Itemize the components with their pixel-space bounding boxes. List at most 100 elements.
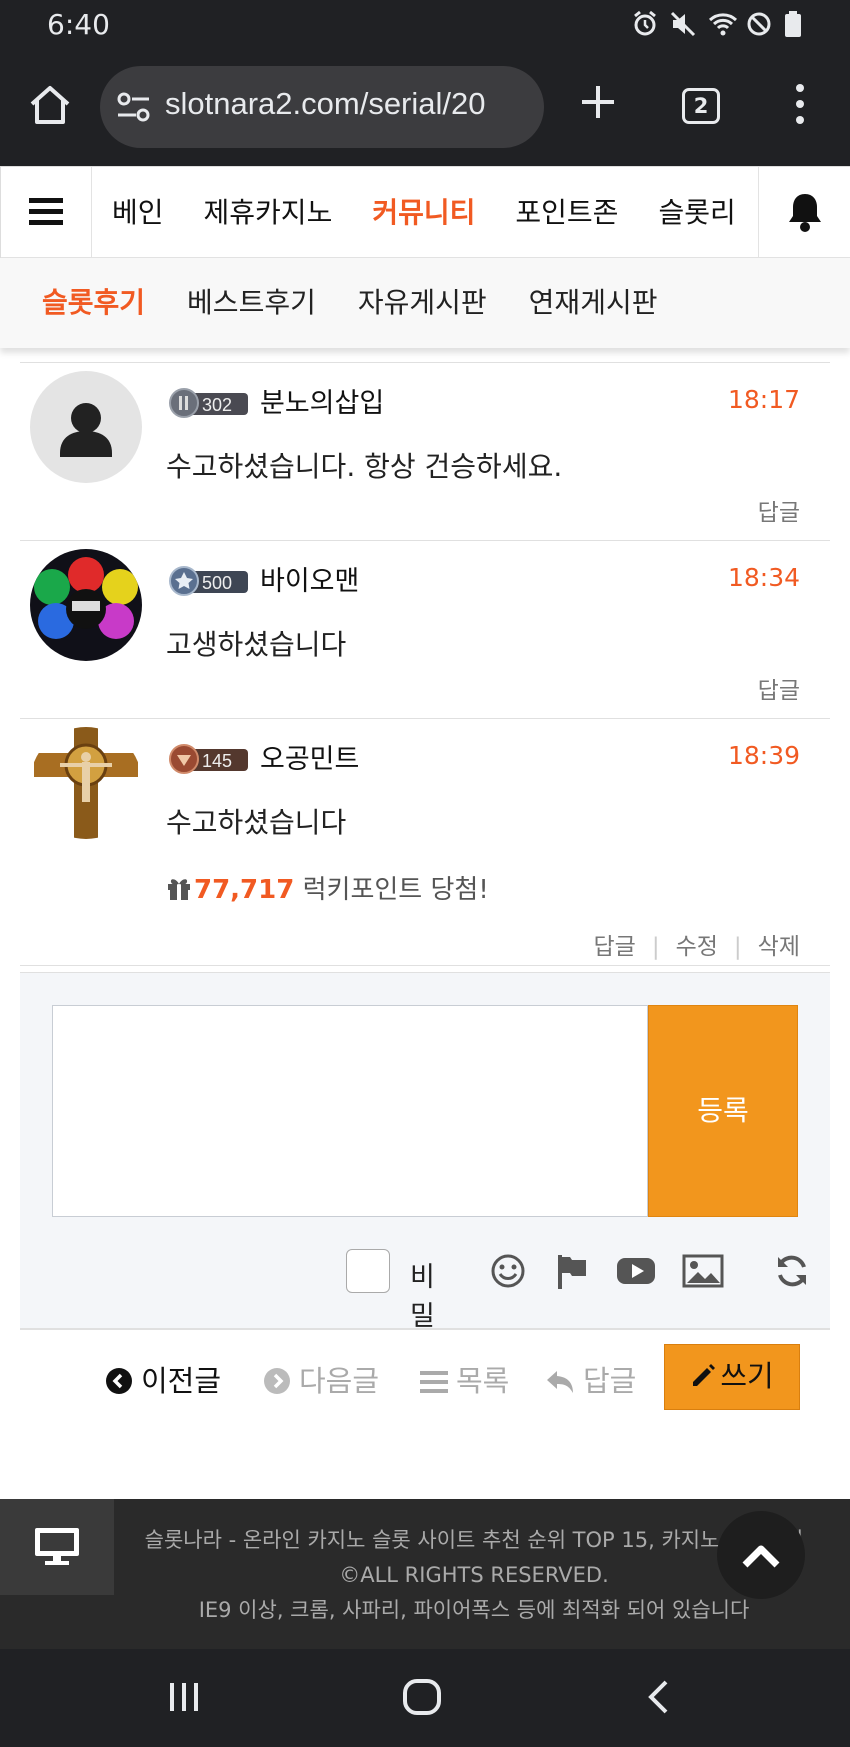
recent-apps-icon[interactable] [166,1679,202,1719]
next-post-label: 다음글 [299,1364,380,1398]
lucky-points: 77,717 [194,875,295,905]
comment-author[interactable]: 바이오맨 [260,559,359,598]
nav-items: 베인 제휴카지노 커뮤니티 포인트존 슬롯리 [92,167,758,258]
new-tab-icon[interactable] [576,80,620,124]
tab-serial-board[interactable]: 연재게시판 [529,258,658,348]
board-nav: 이전글 다음글 목록 답글 쓰기 [0,1344,850,1410]
lucky-text: 럭키포인트 당첨! [302,875,489,905]
mute-icon [670,10,696,38]
tab-best-review[interactable]: 베스트후기 [187,258,316,348]
write-button[interactable]: 쓰기 [664,1344,800,1410]
avatar [30,549,142,661]
lucky-point-notice: 77,717 럭키포인트 당첨! [166,869,489,906]
url-text[interactable]: slotnara2.com/serial/20 [165,86,486,122]
level-badge: 302 [168,387,250,419]
comment-time: 18:39 [727,741,800,770]
gift-icon [166,876,192,900]
nav-item-slot[interactable]: 슬롯리 [638,167,755,258]
list-button[interactable]: 목록 [420,1358,509,1400]
back-icon[interactable] [644,1679,672,1719]
nav-item-main[interactable]: 베인 [92,167,184,258]
sub-nav: 슬롯후기 베스트후기 자유게시판 연재게시판 [0,258,850,348]
system-nav-bar [0,1649,850,1747]
reply-button[interactable]: 답글 [545,1358,636,1400]
comment-time: 18:34 [727,563,800,592]
desktop-icon [35,1528,79,1565]
pencil-icon [693,1364,716,1386]
comment-input[interactable] [52,1005,648,1217]
crucifix-avatar [34,727,138,839]
comment-item: 145 오공민트 18:39 수고하셨습니다 77,717 럭키포인트 당첨! … [20,718,830,966]
reply-link[interactable]: 답글 [594,934,636,960]
prev-post-label: 이전글 [141,1364,222,1398]
chevron-up-icon [742,1545,780,1568]
battery-icon [784,10,810,38]
emoji-icon[interactable] [490,1253,526,1289]
more-menu-icon[interactable] [792,82,808,126]
comment-time: 18:17 [727,385,800,414]
next-post-button[interactable]: 다음글 [263,1358,379,1400]
alarm-icon [632,10,658,38]
notification-button[interactable] [758,167,850,258]
delete-link[interactable]: 삭제 [758,934,800,960]
secret-checkbox[interactable] [346,1249,390,1293]
browser-toolbar: slotnara2.com/serial/20 2 [0,52,850,166]
comment-text: 고생하셨습니다 [166,628,347,661]
refresh-icon[interactable] [774,1253,810,1289]
hamburger-icon [29,198,63,225]
tab-switcher-button[interactable]: 2 [682,88,720,124]
wifi-icon [708,10,738,38]
home-icon[interactable] [24,80,76,132]
footer-line-3: IE9 이상, 크롬, 사파리, 파이어폭스 등에 최적화 되어 있습니다 [198,1598,750,1622]
write-label: 쓰기 [720,1359,774,1393]
comment-author[interactable]: 오공민트 [260,737,359,776]
nav-item-partner-casino[interactable]: 제휴카지노 [184,167,353,258]
divider: | [651,934,660,960]
tab-free-board[interactable]: 자유게시판 [358,258,487,348]
image-icon[interactable] [682,1253,724,1289]
site-settings-icon[interactable] [116,90,152,124]
bell-icon [789,194,821,232]
level-number: 145 [202,751,232,771]
comment-text: 수고하셨습니다 [166,806,347,839]
avatar [30,727,142,839]
power-rangers-avatar [34,557,138,639]
status-time: 6:40 [47,8,110,41]
comment-form: 등록 비밀 [20,972,830,1332]
chevron-right-circle-icon [264,1368,290,1394]
user-icon [60,403,112,457]
comment-item: 302 분노의삽입 18:17 수고하셨습니다. 항상 건승하세요. 답글 [20,362,830,540]
address-bar[interactable]: slotnara2.com/serial/20 [100,66,544,148]
secret-label: 비밀 [410,1262,435,1332]
scroll-top-button[interactable] [717,1511,805,1599]
comment-text: 수고하셨습니다. 항상 건승하세요. [166,450,563,483]
menu-button[interactable] [0,167,92,258]
list-label: 목록 [456,1364,510,1398]
level-badge: 500 [168,565,250,597]
list-icon [420,1371,448,1393]
flag-icon[interactable] [554,1253,590,1289]
prev-post-button[interactable]: 이전글 [105,1358,221,1400]
reply-link[interactable]: 답글 [758,493,800,527]
nav-item-point-zone[interactable]: 포인트존 [495,167,638,258]
site-nav: 베인 제휴카지노 커뮤니티 포인트존 슬롯리 [0,166,850,258]
page: 6:40 slotnara2.com/serial/20 2 베인 제휴카지노 … [0,0,850,1747]
youtube-icon[interactable] [616,1253,656,1289]
tab-slot-review[interactable]: 슬롯후기 [42,258,145,348]
reply-icon [547,1371,573,1393]
status-bar: 6:40 [0,0,850,52]
comment-actions: 답글 | 수정 | 삭제 [594,927,800,961]
level-badge: 145 [168,743,250,775]
nav-item-community[interactable]: 커뮤니티 [352,167,495,258]
submit-button[interactable]: 등록 [648,1005,798,1217]
divider: | [733,934,742,960]
comment-list: 302 분노의삽입 18:17 수고하셨습니다. 항상 건승하세요. 답글 50… [20,362,830,966]
pc-version-button[interactable] [0,1499,114,1595]
status-icons [632,10,810,38]
comment-author[interactable]: 분노의삽입 [260,381,384,420]
chevron-left-circle-icon [106,1368,132,1394]
home-nav-icon[interactable] [402,1679,442,1719]
edit-link[interactable]: 수정 [676,934,718,960]
reply-link[interactable]: 답글 [758,671,800,705]
level-number: 500 [202,573,232,593]
